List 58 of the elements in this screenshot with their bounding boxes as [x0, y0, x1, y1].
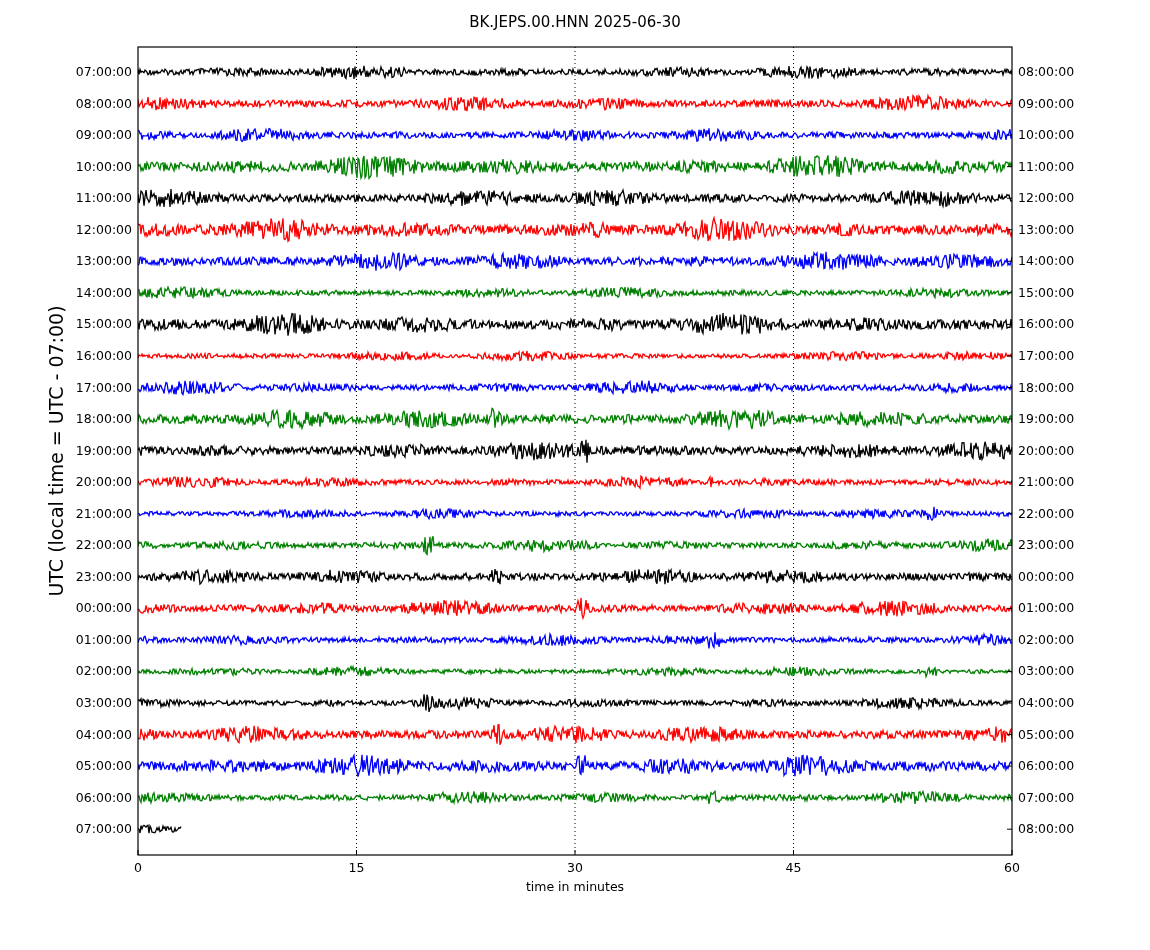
y-tick-label: 04:00:00	[1018, 695, 1075, 710]
y-tick-label: 00:00:00	[1018, 568, 1075, 584]
y-tick-label: 21:00:00	[1018, 474, 1075, 490]
y-tick-label: 05:00:00	[75, 758, 132, 774]
y-tick-label: 08:00:00	[1018, 64, 1075, 79]
y-tick-label: 23:00:00	[1018, 537, 1075, 553]
y-tick-label: 11:00:00	[75, 190, 132, 206]
y-tick-label: 05:00:00	[1018, 726, 1075, 742]
x-tick-label: 60	[1004, 860, 1020, 875]
y-tick-label: 08:00:00	[75, 95, 132, 111]
y-tick-label: 17:00:00	[1018, 347, 1075, 363]
y-tick-label: 07:00:00	[1018, 789, 1075, 805]
y-tick-label: 20:00:00	[75, 474, 132, 490]
y-tick-label: 00:00:00	[75, 600, 132, 616]
y-tick-label: 12:00:00	[1018, 190, 1075, 206]
y-tick-label: 18:00:00	[1018, 379, 1075, 395]
y-tick-label: 02:00:00	[75, 663, 132, 679]
y-tick-label: 07:00:00	[75, 821, 132, 837]
y-tick-label: 03:00:00	[1018, 663, 1075, 679]
y-tick-label: 09:00:00	[75, 127, 132, 143]
y-tick-label: 23:00:00	[75, 568, 132, 584]
y-tick-label: 08:00:00	[1018, 821, 1075, 837]
y-tick-label: 13:00:00	[75, 253, 132, 269]
y-tick-label: 22:00:00	[75, 537, 132, 553]
y-tick-label: 14:00:00	[1018, 253, 1075, 269]
y-tick-label: 19:00:00	[1018, 411, 1075, 427]
x-axis-title: time in minutes	[525, 879, 625, 894]
y-tick-label: 06:00:00	[1018, 758, 1075, 774]
y-tick-label: 07:00:00	[75, 64, 132, 79]
y-tick-label: 03:00:00	[75, 695, 132, 710]
y-tick-label: 22:00:00	[1018, 505, 1075, 521]
y-tick-label: 21:00:00	[75, 505, 132, 521]
x-tick-label: 15	[348, 860, 365, 875]
x-tick-label: 30	[567, 860, 583, 875]
y-tick-label: 09:00:00	[1018, 95, 1075, 111]
y-tick-label: 15:00:00	[1018, 284, 1075, 300]
y-tick-label: 16:00:00	[75, 347, 132, 363]
y-tick-label: 20:00:00	[1018, 442, 1075, 458]
y-tick-label: 11:00:00	[1018, 158, 1075, 174]
y-tick-label: 15:00:00	[75, 316, 132, 332]
y-tick-label: 13:00:00	[1018, 221, 1075, 237]
y-tick-label: 04:00:00	[75, 726, 132, 742]
y-tick-label: 12:00:00	[75, 221, 132, 237]
y-tick-label: 18:00:00	[75, 411, 132, 427]
y-tick-label: 10:00:00	[1018, 127, 1075, 143]
y-tick-label: 19:00:00	[75, 442, 132, 458]
y-tick-label: 01:00:00	[1018, 600, 1075, 616]
y-tick-label: 01:00:00	[75, 631, 132, 647]
x-tick-label: 45	[785, 860, 802, 875]
y-tick-label: 17:00:00	[75, 379, 132, 395]
chart-title: BK.JEPS.00.HNN 2025-06-30	[469, 13, 681, 31]
y-axis-title: UTC (local time = UTC - 07:00)	[45, 305, 67, 597]
x-tick-label: 0	[134, 860, 142, 875]
y-tick-label: 06:00:00	[75, 789, 132, 805]
y-tick-label: 14:00:00	[75, 284, 132, 300]
y-tick-label: 10:00:00	[75, 158, 132, 174]
y-tick-label: 02:00:00	[1018, 631, 1075, 647]
y-tick-label: 16:00:00	[1018, 316, 1075, 332]
